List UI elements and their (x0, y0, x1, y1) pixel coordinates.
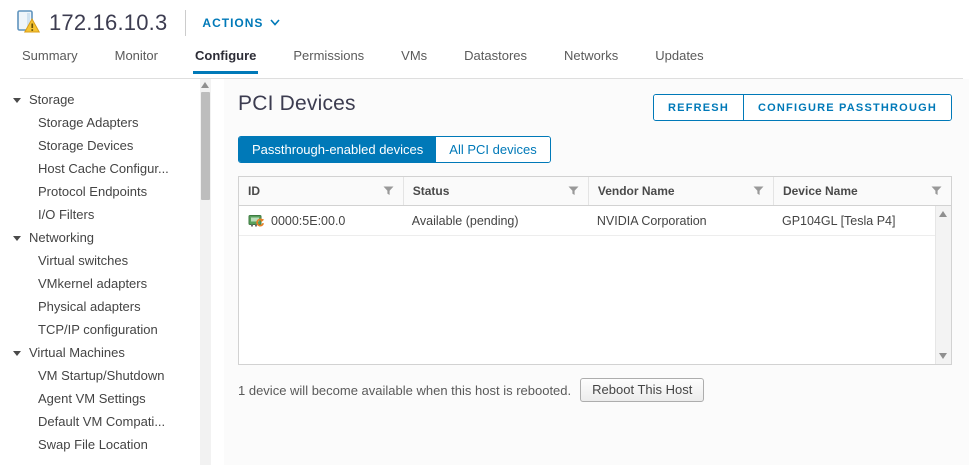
caret-down-icon (13, 97, 21, 103)
chevron-down-icon (270, 19, 280, 26)
device-vendor: NVIDIA Corporation (597, 214, 707, 228)
caret-down-icon (13, 350, 21, 356)
column-header-label: ID (248, 184, 260, 198)
tab-configure[interactable]: Configure (193, 45, 258, 73)
column-header-label: Vendor Name (598, 184, 675, 198)
cell-vendor-name: NVIDIA Corporation (588, 206, 773, 235)
tab-permissions[interactable]: Permissions (291, 45, 366, 73)
sidebar-scrollbar[interactable] (200, 79, 211, 465)
sidebar-item-host-cache-configuration[interactable]: Host Cache Configur... (0, 157, 196, 180)
tab-networks[interactable]: Networks (562, 45, 620, 73)
tab-summary[interactable]: Summary (20, 45, 80, 73)
device-view-toggle: Passthrough-enabled devices All PCI devi… (238, 136, 551, 163)
page-title: PCI Devices (238, 92, 356, 116)
cell-device-name: GP104GL [Tesla P4] (773, 206, 951, 235)
sidebar-item-swap-file-location[interactable]: Swap File Location (0, 433, 196, 456)
reboot-notice: 1 device will become available when this… (238, 378, 952, 402)
tab-monitor[interactable]: Monitor (113, 45, 160, 73)
pci-device-pending-icon (248, 213, 265, 229)
sidebar-group-storage[interactable]: Storage (0, 88, 196, 111)
toolbar: REFRESH CONFIGURE PASSTHROUGH (653, 94, 952, 121)
table-header-row: ID Status Vendor Name Device Name (239, 177, 951, 206)
sidebar-item-io-filters[interactable]: I/O Filters (0, 203, 196, 226)
tab-datastores[interactable]: Datastores (462, 45, 529, 73)
sidebar-item-vm-startup-shutdown[interactable]: VM Startup/Shutdown (0, 364, 196, 387)
column-header-device-name[interactable]: Device Name (773, 177, 951, 205)
sidebar-group-virtual-machines[interactable]: Virtual Machines (0, 341, 196, 364)
sidebar-group-label: Networking (29, 226, 94, 249)
sidebar-item-virtual-switches[interactable]: Virtual switches (0, 249, 196, 272)
column-header-status[interactable]: Status (403, 177, 588, 205)
configure-passthrough-button[interactable]: CONFIGURE PASSTHROUGH (743, 95, 951, 120)
table-scrollbar[interactable] (935, 206, 951, 364)
caret-down-icon (13, 235, 21, 241)
pci-devices-table: ID Status Vendor Name Device Name (238, 176, 952, 365)
sidebar-item-agent-vm-settings[interactable]: Agent VM Settings (0, 387, 196, 410)
reboot-message: 1 device will become available when this… (238, 383, 571, 398)
column-header-label: Device Name (783, 184, 858, 198)
sidebar-item-storage-devices[interactable]: Storage Devices (0, 134, 196, 157)
sidebar-item-vmkernel-adapters[interactable]: VMkernel adapters (0, 272, 196, 295)
pci-devices-panel: PCI Devices REFRESH CONFIGURE PASSTHROUG… (224, 79, 969, 465)
sidebar-group-networking[interactable]: Networking (0, 226, 196, 249)
actions-menu-button[interactable]: ACTIONS (202, 16, 280, 30)
cell-id: 0000:5E:00.0 (239, 206, 403, 235)
sidebar-group-label: Virtual Machines (29, 341, 125, 364)
header-divider (185, 10, 186, 36)
sidebar-group-label: Storage (29, 88, 75, 111)
header: 172.16.10.3 ACTIONS (0, 0, 969, 45)
scroll-down-icon[interactable] (939, 353, 947, 359)
table-row[interactable]: 0000:5E:00.0 Available (pending) NVIDIA … (239, 206, 951, 236)
host-warning-icon (14, 9, 40, 36)
sidebar-item-storage-adapters[interactable]: Storage Adapters (0, 111, 196, 134)
column-header-label: Status (413, 184, 450, 198)
tab-vms[interactable]: VMs (399, 45, 429, 73)
tab-updates[interactable]: Updates (653, 45, 705, 73)
all-pci-devices-toggle[interactable]: All PCI devices (436, 137, 549, 162)
scroll-up-icon[interactable] (939, 211, 947, 217)
sidebar-item-physical-adapters[interactable]: Physical adapters (0, 295, 196, 318)
tab-bar: Summary Monitor Configure Permissions VM… (20, 45, 963, 79)
host-ip-title: 172.16.10.3 (49, 10, 167, 36)
vsphere-host-configure-page: 172.16.10.3 ACTIONS Summary Monitor Conf… (0, 0, 969, 465)
filter-icon[interactable] (753, 186, 764, 196)
cell-status: Available (pending) (403, 206, 588, 235)
filter-icon[interactable] (383, 186, 394, 196)
scrollbar-thumb[interactable] (201, 92, 210, 200)
filter-icon[interactable] (931, 186, 942, 196)
scroll-up-icon[interactable] (201, 82, 209, 88)
sidebar-item-protocol-endpoints[interactable]: Protocol Endpoints (0, 180, 196, 203)
column-header-vendor-name[interactable]: Vendor Name (588, 177, 773, 205)
sidebar-item-tcpip-configuration[interactable]: TCP/IP configuration (0, 318, 196, 341)
passthrough-enabled-devices-toggle[interactable]: Passthrough-enabled devices (239, 137, 436, 162)
device-status: Available (pending) (412, 214, 519, 228)
filter-icon[interactable] (568, 186, 579, 196)
device-id: 0000:5E:00.0 (271, 214, 345, 228)
table-body: 0000:5E:00.0 Available (pending) NVIDIA … (239, 206, 951, 364)
configure-sidebar: Storage Storage Adapters Storage Devices… (0, 79, 224, 465)
actions-label: ACTIONS (202, 16, 263, 30)
sidebar-item-default-vm-compatibility[interactable]: Default VM Compati... (0, 410, 196, 433)
reboot-this-host-button[interactable]: Reboot This Host (580, 378, 704, 402)
device-name: GP104GL [Tesla P4] (782, 214, 896, 228)
column-header-id[interactable]: ID (239, 177, 403, 205)
refresh-button[interactable]: REFRESH (654, 95, 743, 120)
